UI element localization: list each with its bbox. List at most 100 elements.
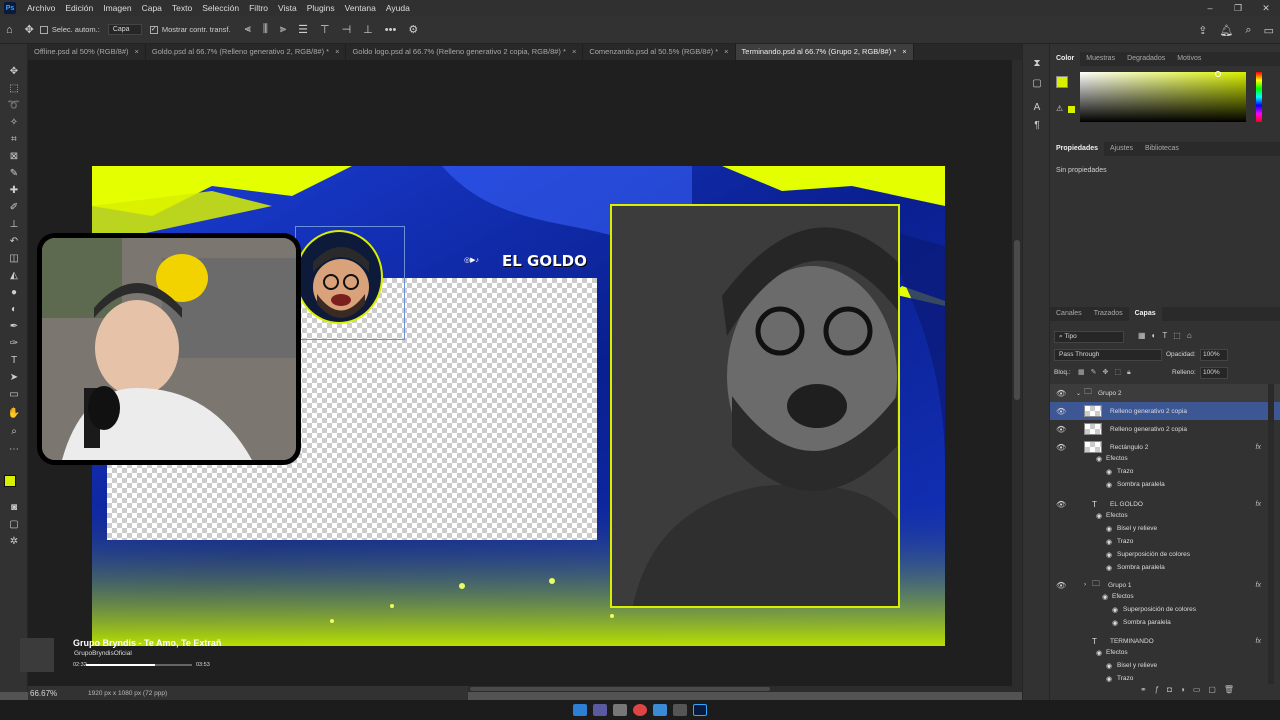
- photoshop-taskbar-icon[interactable]: [693, 704, 707, 716]
- fill-input[interactable]: 100%: [1200, 367, 1228, 379]
- windows-start-icon[interactable]: [573, 704, 587, 716]
- align-center-icon[interactable]: ⫼: [263, 23, 268, 36]
- effect-eye-icon[interactable]: ◉: [1096, 649, 1102, 657]
- hand-icon[interactable]: ✋: [5, 406, 23, 421]
- visibility-eye-icon[interactable]: 👁︎: [1056, 425, 1066, 434]
- effect-eye-icon[interactable]: ◉: [1106, 675, 1112, 683]
- pen-alt-icon[interactable]: ✑: [5, 336, 23, 351]
- home-icon[interactable]: ⌂: [6, 24, 13, 36]
- tab-goldo[interactable]: Goldo.psd al 66.7% (Relleno generativo 2…: [146, 44, 347, 60]
- tab-muestras[interactable]: Muestras: [1080, 52, 1121, 66]
- crop-icon[interactable]: ⌗: [5, 132, 23, 147]
- browser-icon[interactable]: [633, 704, 647, 716]
- fx-icon[interactable]: fx: [1256, 501, 1261, 508]
- fx-icon[interactable]: fx: [1256, 582, 1261, 589]
- tab-motivos[interactable]: Motivos: [1171, 52, 1207, 66]
- effect-eye-icon[interactable]: ◉: [1106, 662, 1112, 670]
- workspace-icon[interactable]: ▭: [1264, 24, 1274, 37]
- align-left-icon[interactable]: ⫷: [245, 23, 251, 36]
- pen-icon[interactable]: ✒: [5, 319, 23, 334]
- move-icon[interactable]: ✥: [5, 64, 23, 79]
- effect-row[interactable]: ◉ Trazo: [1050, 535, 1280, 548]
- close-icon[interactable]: ✕: [1252, 0, 1280, 16]
- history-icon[interactable]: ⧗: [1030, 58, 1044, 72]
- stamp-icon[interactable]: ⊥: [5, 217, 23, 232]
- color-picker-marker[interactable]: [1215, 71, 1221, 77]
- layer-select-dropdown[interactable]: Capa: [107, 24, 142, 35]
- minimize-icon[interactable]: –: [1196, 0, 1224, 16]
- magic-wand-icon[interactable]: ✧: [5, 115, 23, 130]
- effect-row[interactable]: ◉ Bisel y relieve: [1050, 659, 1280, 672]
- effect-eye-icon[interactable]: ◉: [1096, 512, 1102, 520]
- tab-offline[interactable]: Offline.psd al 50% (RGB/8#) ×: [28, 44, 146, 60]
- effect-eye-icon[interactable]: ◉: [1096, 455, 1102, 463]
- align-middle-icon[interactable]: ⊣: [342, 23, 352, 36]
- gamut-swatch[interactable]: [1068, 106, 1075, 113]
- tab-close-icon[interactable]: ×: [902, 47, 906, 56]
- move-tool-icon[interactable]: ✥: [25, 23, 34, 36]
- effect-row[interactable]: ◉ Trazo: [1050, 672, 1280, 684]
- effect-row[interactable]: ◉ Sombra paralela: [1050, 561, 1280, 574]
- menu-filtro[interactable]: Filtro: [244, 3, 273, 13]
- zoom-level[interactable]: 66.67%: [30, 689, 88, 698]
- effect-row[interactable]: ◉ Bisel y relieve: [1050, 522, 1280, 535]
- tab-propiedades[interactable]: Propiedades: [1050, 142, 1105, 156]
- foreground-color-swatch[interactable]: [4, 475, 16, 487]
- app-icon[interactable]: [613, 704, 627, 716]
- brush-icon[interactable]: ✐: [5, 200, 23, 215]
- blend-mode-select[interactable]: Pass Through: [1054, 349, 1162, 361]
- distribute-icon[interactable]: ☰: [298, 23, 308, 36]
- visibility-eye-icon[interactable]: 👁︎: [1056, 407, 1066, 416]
- effect-row[interactable]: ◉ Sombra paralela: [1050, 616, 1280, 629]
- visibility-eye-icon[interactable]: 👁︎: [1056, 581, 1066, 590]
- screen-mode-icon[interactable]: ▢: [5, 517, 23, 532]
- effect-eye-icon[interactable]: ◉: [1112, 619, 1118, 627]
- more-options-icon[interactable]: •••: [385, 24, 397, 36]
- healing-icon[interactable]: ✚: [5, 183, 23, 198]
- quick-mask-icon[interactable]: ◙: [5, 500, 23, 515]
- fx-icon[interactable]: fx: [1256, 638, 1261, 645]
- more-tools-icon[interactable]: ⋯: [5, 442, 23, 457]
- fg-color-swatch[interactable]: [1056, 76, 1068, 88]
- effect-eye-icon[interactable]: ◉: [1106, 481, 1112, 489]
- zoom-icon[interactable]: ⌕: [5, 424, 23, 439]
- align-right-icon[interactable]: ⫸: [280, 23, 286, 36]
- effect-eye-icon[interactable]: ◉: [1112, 606, 1118, 614]
- history-brush-icon[interactable]: ↶: [5, 234, 23, 249]
- effect-eye-icon[interactable]: ◉: [1102, 593, 1108, 601]
- tab-close-icon[interactable]: ×: [572, 47, 576, 56]
- tab-trazados[interactable]: Trazados: [1088, 307, 1129, 321]
- character-icon[interactable]: A: [1030, 102, 1044, 116]
- layers-scrollbar[interactable]: [1268, 384, 1274, 684]
- tab-comenzando[interactable]: Comenzando.psd al 50.5% (RGB/8#) * ×: [583, 44, 736, 60]
- menu-archivo[interactable]: Archivo: [22, 3, 60, 13]
- show-transform-checkbox[interactable]: ✓: [149, 25, 158, 34]
- menu-ventana[interactable]: Ventana: [340, 3, 381, 13]
- effects-row[interactable]: ◉ Efectos: [1050, 509, 1280, 522]
- app-icon[interactable]: [673, 704, 687, 716]
- effects-row[interactable]: ◉ Efectos: [1050, 452, 1280, 465]
- align-top-icon[interactable]: ⊤: [320, 23, 330, 36]
- layer-filter-icons[interactable]: ▦◐T⬚⌂: [1138, 331, 1198, 340]
- layers-footer-icons[interactable]: ⚭ƒ◘◑▭▢🗑︎: [1140, 685, 1242, 694]
- hue-slider[interactable]: [1256, 72, 1262, 122]
- effect-eye-icon[interactable]: ◉: [1106, 551, 1112, 559]
- effect-row[interactable]: ◉ Sombra paralela: [1050, 478, 1280, 491]
- bell-icon[interactable]: 🔔︎: [1219, 24, 1233, 37]
- opacity-input[interactable]: 100%: [1200, 349, 1228, 361]
- tab-close-icon[interactable]: ×: [724, 47, 728, 56]
- share-icon[interactable]: ⇪: [1198, 24, 1207, 37]
- tab-ajustes[interactable]: Ajustes: [1104, 142, 1139, 156]
- search-icon[interactable]: ⌕: [1245, 24, 1251, 37]
- menu-edicion[interactable]: Edición: [60, 3, 98, 13]
- collapse-chevron-icon[interactable]: ⌄: [1076, 390, 1081, 397]
- effect-row[interactable]: ◉ Trazo: [1050, 465, 1280, 478]
- menu-texto[interactable]: Texto: [167, 3, 197, 13]
- visibility-eye-icon[interactable]: 👁︎: [1056, 443, 1066, 452]
- auto-select-checkbox[interactable]: [39, 25, 48, 34]
- eyedropper-icon[interactable]: ✎: [5, 166, 23, 181]
- effect-eye-icon[interactable]: ◉: [1106, 564, 1112, 572]
- comments-icon[interactable]: ▢: [1030, 78, 1044, 92]
- visibility-eye-icon[interactable]: 👁︎: [1056, 500, 1066, 509]
- lasso-icon[interactable]: ➰: [5, 98, 23, 113]
